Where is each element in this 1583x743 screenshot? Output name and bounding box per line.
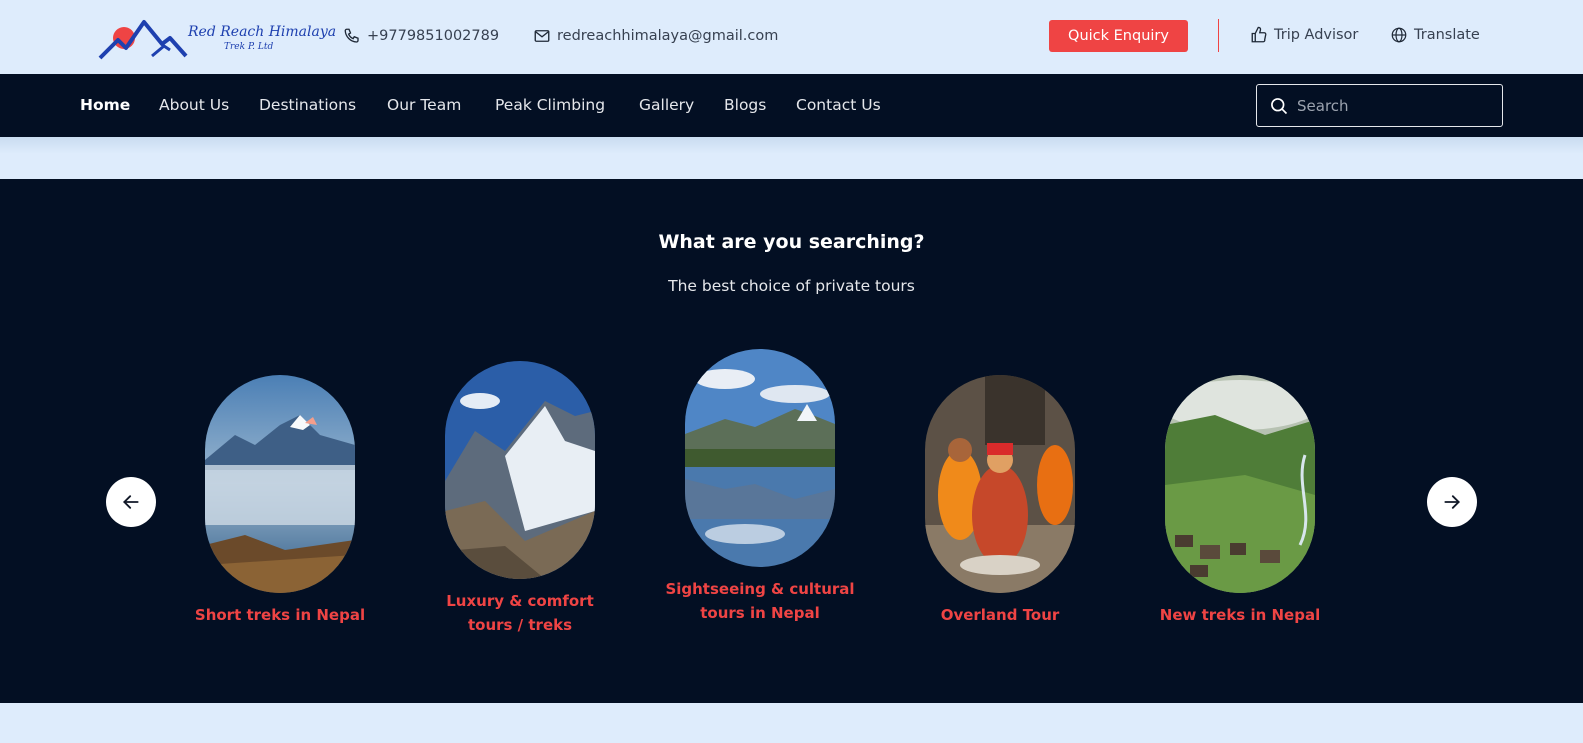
categories-section: What are you searching? The best choice … [0, 179, 1583, 703]
translate-label: Translate [1414, 27, 1480, 43]
nav-about-us[interactable]: About Us [159, 96, 229, 114]
email-address: redreachhimalaya@gmail.com [557, 28, 779, 44]
trip-advisor-link[interactable]: Trip Advisor [1250, 26, 1358, 44]
logo-title: Red Reach Himalaya [188, 24, 337, 40]
nav-peak-climbing[interactable]: Peak Climbing [495, 96, 605, 114]
translate-link[interactable]: Translate [1390, 26, 1480, 44]
card-label: Overland Tour [940, 606, 1060, 624]
category-card[interactable]: Overland Tour [905, 375, 1095, 627]
nav-our-team[interactable]: Our Team [387, 96, 461, 114]
carousel-prev-button[interactable] [106, 477, 156, 527]
quick-enquiry-button[interactable]: Quick Enquiry [1049, 20, 1188, 52]
search-input[interactable] [1297, 96, 1487, 115]
category-card[interactable]: New treks in Nepal [1145, 375, 1335, 627]
card-label: New treks in Nepal [1159, 606, 1321, 624]
search-box[interactable] [1256, 84, 1503, 127]
trip-advisor-label: Trip Advisor [1274, 27, 1359, 43]
site-logo[interactable]: Red Reach Himalaya Trek P. Ltd [98, 18, 336, 62]
lake-reflection-image [685, 349, 835, 567]
category-card[interactable]: Short treks in Nepal [185, 375, 375, 627]
globe-icon [1391, 27, 1407, 43]
snowy-ridge-image [445, 361, 595, 579]
card-label: Sightseeing & cultural tours in Nepal [665, 580, 855, 622]
card-label: Short treks in Nepal [194, 606, 366, 624]
category-card[interactable]: Luxury & comfort tours / treks [425, 361, 615, 637]
nav-home[interactable]: Home [80, 96, 130, 114]
phone-contact[interactable]: +9779851002789 [343, 26, 499, 46]
logo-subtitle: Trek P. Ltd [224, 42, 274, 52]
arrow-right-icon [1444, 495, 1460, 509]
top-bar: Red Reach Himalaya Trek P. Ltd +97798510… [0, 0, 1583, 74]
green-valley-image [1165, 375, 1315, 593]
mail-icon [534, 30, 550, 42]
snowy-peak-image [205, 375, 355, 593]
page-bottom-area [0, 703, 1583, 743]
phone-icon [344, 28, 359, 43]
nav-destinations[interactable]: Destinations [259, 96, 356, 114]
nav-contact-us[interactable]: Contact Us [796, 96, 881, 114]
category-card[interactable]: Sightseeing & cultural tours in Nepal [665, 349, 855, 625]
banner-shade [0, 137, 1583, 179]
section-subtitle: The best choice of private tours [668, 277, 915, 295]
card-label: Luxury & comfort tours / treks [446, 592, 594, 634]
search-icon [1271, 97, 1288, 114]
phone-number: +9779851002789 [367, 28, 500, 44]
header-divider [1218, 19, 1219, 52]
thumbs-up-icon [1251, 26, 1267, 43]
nav-gallery[interactable]: Gallery [639, 96, 694, 114]
carousel-next-button[interactable] [1427, 477, 1477, 527]
main-navbar: Home About Us Destinations Our Team Peak… [0, 74, 1583, 137]
section-title: What are you searching? [658, 231, 925, 253]
nav-blogs[interactable]: Blogs [724, 96, 766, 114]
sadhus-temple-image [925, 375, 1075, 593]
email-contact[interactable]: redreachhimalaya@gmail.com [533, 26, 778, 46]
arrow-left-icon [123, 495, 139, 509]
